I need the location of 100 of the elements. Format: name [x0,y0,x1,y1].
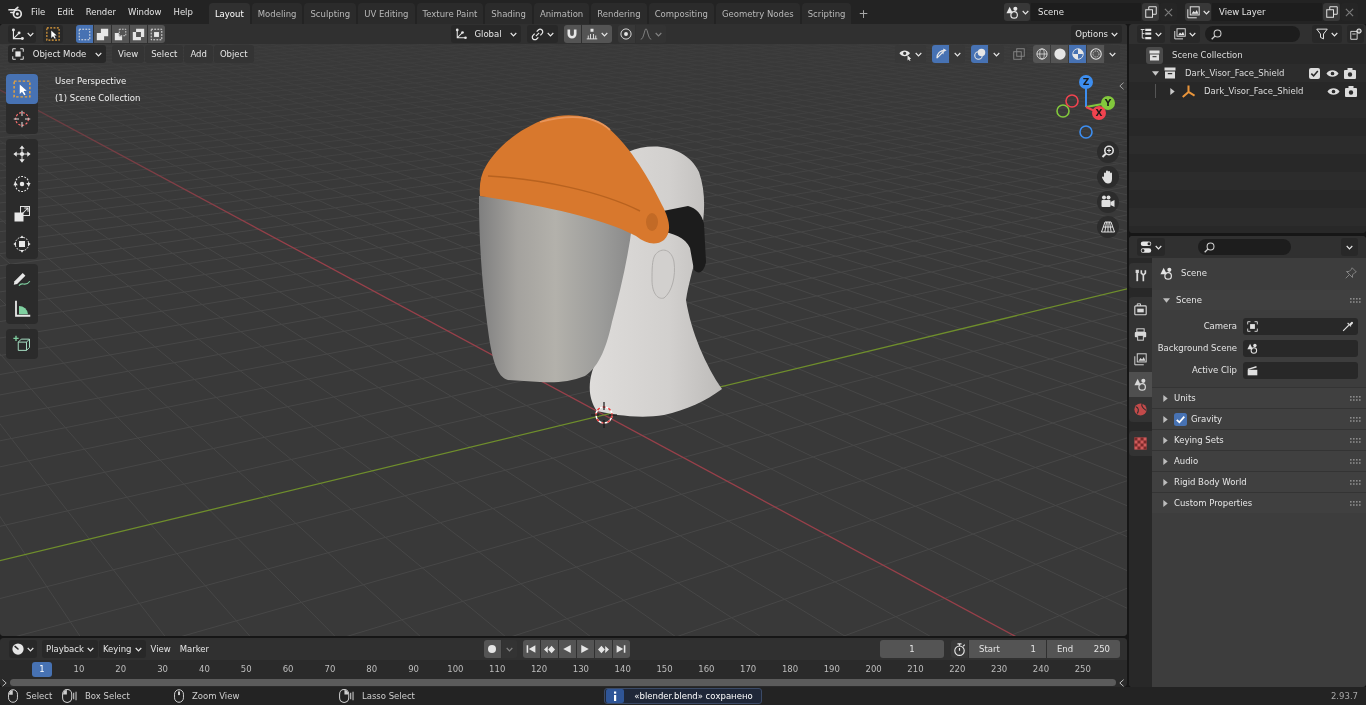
overlay-dropdown[interactable] [989,45,1004,63]
mode-dropdown[interactable]: Object Mode [8,45,106,63]
previous-keyframe-button[interactable] [540,640,558,658]
jump-start-button[interactable] [522,640,540,658]
proportional-editing-toggle[interactable] [617,25,635,43]
disclosure-triangle-icon[interactable] [1152,70,1159,76]
options-dropdown[interactable]: Options [1071,25,1122,43]
zoom-icon[interactable] [1097,141,1119,163]
drag-handle-icon[interactable] [1350,437,1361,443]
drag-handle-icon[interactable] [1350,458,1361,464]
new-collection-button[interactable] [1347,25,1364,43]
tool-button[interactable] [6,74,38,104]
workspace-tab[interactable]: Texture Paint [416,3,484,24]
header-dropdown[interactable]: Keying [98,640,146,658]
drag-handle-icon[interactable] [1350,479,1361,485]
workspace-tab[interactable]: Geometry Nodes [715,3,800,24]
tool-button[interactable] [6,329,38,359]
negative-axis-icon[interactable] [1079,125,1093,139]
eye-icon[interactable] [1325,68,1339,78]
workspace-tab[interactable]: Layout [208,3,250,24]
header-menu[interactable]: Marker [175,640,214,658]
shading-mode-button[interactable] [1033,45,1050,63]
auto-keying-toggle[interactable] [483,640,501,658]
menu-item[interactable]: Help [167,2,199,22]
drag-handle-icon[interactable] [1350,395,1361,401]
disclosure-triangle-icon[interactable] [1163,297,1170,303]
orientation-dropdown[interactable]: Global [450,25,521,43]
drag-handle-icon[interactable] [1350,500,1361,506]
options-dropdown[interactable] [1341,238,1358,256]
play-reverse-button[interactable] [558,640,576,658]
disclosure-triangle-icon[interactable] [1163,457,1168,465]
workspace-tab[interactable]: Sculpting [304,3,357,24]
header-menu[interactable]: Add [184,45,213,63]
shading-dropdown[interactable] [1105,45,1120,63]
add-workspace-button[interactable]: + [853,3,874,24]
camera-icon[interactable] [1344,67,1356,79]
shading-mode-button[interactable] [1051,45,1068,63]
editor-type-button[interactable] [8,25,36,43]
properties-tab[interactable] [1129,372,1152,397]
menu-item[interactable]: Edit [51,2,80,22]
current-frame-field[interactable]: 1 [880,640,944,658]
snap-target-dropdown[interactable] [581,25,612,43]
disclosure-triangle-icon[interactable] [1163,415,1168,423]
workspace-tab[interactable]: Rendering [591,3,647,24]
viewport-canvas[interactable]: Object Mode View Select Add Object User Perspective (1) Scene Collection Z Y X [0,44,1127,636]
report-banner[interactable]: «blender.blend» сохранено [604,688,762,704]
pivot-dropdown[interactable] [526,25,558,43]
header-menu[interactable]: View [146,640,175,658]
drag-handle-icon[interactable] [1350,297,1361,303]
next-keyframe-button[interactable] [594,640,612,658]
hand-icon[interactable] [1097,166,1119,188]
gizmo-dropdown[interactable] [950,45,965,63]
search-field[interactable] [1198,239,1291,255]
header-menu[interactable]: Object [213,45,254,63]
disclosure-triangle-icon[interactable] [1163,478,1168,486]
workspace-tab[interactable]: Shading [485,3,532,24]
gizmo-toggle[interactable] [932,45,949,63]
view-layer-name-field[interactable]: View Layer [1212,3,1322,21]
menu-item[interactable]: Render [79,2,122,22]
scrollbar-thumb[interactable] [10,679,1116,686]
editor-type-button[interactable] [1137,25,1165,43]
app-logo-icon[interactable] [8,5,23,19]
scene-name-field[interactable]: Scene [1031,3,1141,21]
overlay-toggle[interactable] [971,45,988,63]
object-field[interactable] [1243,361,1358,379]
shading-mode-button[interactable] [1087,45,1104,63]
search-field[interactable] [1205,26,1300,42]
camera-icon[interactable] [1345,85,1358,97]
workspace-tab[interactable]: Animation [533,3,590,24]
menu-item[interactable]: File [25,2,52,22]
workspace-tab[interactable]: Modeling [251,3,303,24]
shading-mode-button[interactable] [1069,45,1086,63]
exclude-checkbox[interactable] [1308,67,1320,79]
disclosure-triangle-icon[interactable] [1163,394,1168,402]
disclosure-triangle-icon[interactable] [1163,436,1168,444]
outliner-item[interactable]: Dark_Visor_Face_Shield [1185,68,1285,78]
select-mode-button[interactable] [112,25,129,43]
pin-icon[interactable] [1345,267,1357,279]
menu-item[interactable]: Window [121,2,168,22]
workspace-tab[interactable]: UV Editing [358,3,415,24]
object-field[interactable] [1243,339,1358,357]
outliner-item[interactable]: Dark_Visor_Face_Shield [1204,86,1304,96]
drag-handle-icon[interactable] [1350,416,1361,422]
preview-range-toggle[interactable] [951,640,968,658]
view-layer-browse-button[interactable] [1185,3,1211,21]
header-dropdown[interactable]: Playback [42,640,98,658]
eyedropper-icon[interactable] [1342,320,1354,332]
header-menu[interactable]: Select [145,45,184,63]
negative-axis-icon[interactable] [1065,94,1079,108]
display-mode-dropdown[interactable] [1170,25,1200,43]
axis-handle[interactable]: Z [1079,75,1093,108]
start-frame-field[interactable]: Start 1 [969,640,1046,658]
eye-icon[interactable] [1326,86,1340,96]
filter-dropdown[interactable] [1312,25,1342,43]
jump-end-button[interactable] [612,640,630,658]
select-mode-button[interactable] [94,25,111,43]
panel-checkbox[interactable] [1174,412,1187,426]
active-tool-button[interactable] [43,25,63,43]
select-mode-button[interactable] [148,25,165,43]
object-field[interactable] [1243,317,1358,335]
